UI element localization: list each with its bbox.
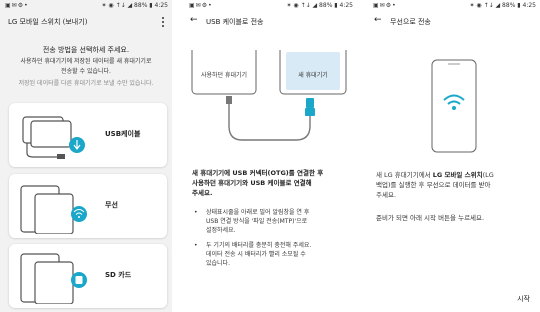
wireless-instruction: 새 LG 휴대기기에서 LG 모바일 스위치(LG 백업)를 실행한 후 무선으… bbox=[376, 170, 534, 200]
instruction-text: (LG bbox=[482, 171, 494, 179]
app-bar: LG 모바일 스위치 (보내기) bbox=[0, 12, 172, 32]
page-title: 무선으로 전송 bbox=[390, 18, 431, 26]
bullet-line: 상태표시줄을 아래로 밀어 알림창을 연 후 bbox=[206, 209, 310, 216]
instruction-line: 주세요. bbox=[192, 189, 213, 197]
bullet-line: 두 기기의 배터리를 충분히 충전해 주세요. bbox=[206, 242, 312, 249]
bullet-line: 있습니다. bbox=[206, 260, 230, 267]
description-line: 사용하던 휴대기기에 저장된 데이터를 새 휴대기기로 bbox=[20, 58, 152, 65]
instruction-text: 새 LG 휴대기기에서 bbox=[376, 171, 433, 179]
more-options-icon[interactable] bbox=[160, 15, 166, 29]
note-text: 저장된 데이터를 다른 휴대기기로 보낼 수만 있습니다. bbox=[18, 80, 154, 87]
status-bar: ▣✉⚙• ✶ ◉ ↑↓ ◢ 88% ▮ 4:25 bbox=[0, 0, 172, 12]
status-right: ✶ ◉ ↑↓ ◢ 88% ▮ 4:25 bbox=[469, 2, 537, 9]
intro-text: 전송 방법을 선택하세 주세요. 사용하던 휴대기기에 저장된 데이터를 새 휴… bbox=[8, 45, 164, 89]
bullet-line: 데이터 전송 시 배터리가 빨리 소모될 수 bbox=[206, 251, 306, 258]
ready-text: 준비가 되면 아래 시작 버튼을 누르세요. bbox=[376, 214, 485, 222]
instruction-line: 사용하던 휴대기기와 USB 케이블로 연결해 bbox=[192, 179, 312, 187]
app-name-text: LG 모바일 스위치 bbox=[432, 171, 483, 179]
usb-connection-illustration bbox=[191, 50, 347, 141]
back-arrow-icon[interactable]: ← bbox=[374, 16, 382, 25]
status-notification-icons: ▣✉⚙• bbox=[5, 2, 29, 9]
wireless-phones-illustration bbox=[20, 185, 87, 234]
option-usb-cable[interactable]: USB케이블 bbox=[9, 103, 167, 167]
screen-method-select: ▣✉⚙• ✶ ◉ ↑↓ ◢ 88% ▮ 4:25 LG 모바일 스위치 (보내기… bbox=[0, 0, 172, 312]
option-sd-card[interactable]: SD 카드 bbox=[9, 244, 167, 308]
option-wireless[interactable]: 무선 bbox=[9, 174, 167, 238]
status-bar: ▣✉⚙• ✶ ◉ ↑↓ ◢ 88% ▮ 4:25 bbox=[184, 0, 357, 12]
back-arrow-icon[interactable]: ← bbox=[190, 16, 198, 25]
instruction-line: 백업)를 실행한 후 무선으로 데이터를 받아 bbox=[376, 180, 534, 190]
phone-wifi-illustration bbox=[431, 59, 477, 153]
description-line: 전송할 수 있습니다. bbox=[61, 68, 111, 75]
status-notification-icons: ▣✉⚙• bbox=[189, 2, 213, 9]
bullet-line: USB 연결 방식을 '파일 전송(MTP)'으로 bbox=[206, 218, 308, 225]
option-label: 무선 bbox=[105, 201, 118, 209]
instruction-line: 주세요. bbox=[376, 191, 397, 199]
usb-instruction: 새 휴대기기에 USB 커넥터(OTG)를 연결한 후 사용하던 휴대기기와 U… bbox=[192, 168, 351, 198]
instruction-text: 백업) bbox=[376, 181, 391, 189]
app-bar: ← 무선으로 전송 bbox=[368, 12, 540, 32]
start-button[interactable]: 시작 bbox=[517, 294, 530, 304]
page-title: LG 모바일 스위치 (보내기) bbox=[8, 18, 88, 26]
status-bar: ▣✉⚙• ✶ ◉ ↑↓ ◢ 88% ▮ 4:25 bbox=[368, 0, 540, 12]
instruction-line: 새 휴대기기에 USB 커넥터(OTG)를 연결한 후 bbox=[192, 169, 324, 177]
notice-list: 상태표시줄을 아래로 밀어 알림창을 연 후 USB 연결 방식을 '파일 전송… bbox=[192, 208, 349, 274]
usb-phones-illustration bbox=[22, 116, 85, 159]
list-item: 상태표시줄을 아래로 밀어 알림창을 연 후 USB 연결 방식을 '파일 전송… bbox=[192, 208, 349, 235]
page-title: USB 케이블로 전송 bbox=[206, 18, 264, 26]
app-bar: ← USB 케이블로 전송 bbox=[184, 12, 357, 32]
bullet-line: 설정하세요. bbox=[206, 227, 236, 234]
new-device-label: 새 휴대기기 bbox=[298, 72, 328, 79]
option-label: USB케이블 bbox=[105, 130, 141, 138]
status-right: ✶ ◉ ↑↓ ◢ 88% ▮ 4:25 bbox=[101, 2, 169, 9]
status-right: ✶ ◉ ↑↓ ◢ 88% ▮ 4:25 bbox=[286, 2, 354, 9]
sd-card-phones-illustration bbox=[20, 253, 87, 304]
screen-usb-transfer: ▣✉⚙• ✶ ◉ ↑↓ ◢ 88% ▮ 4:25 ← USB 케이블로 전송 사… bbox=[184, 0, 357, 312]
old-device-label: 사용하던 휴대기기 bbox=[200, 72, 248, 79]
instruction-line: 새 LG 휴대기기에서 LG 모바일 스위치(LG bbox=[376, 170, 534, 180]
option-label: SD 카드 bbox=[105, 271, 132, 279]
status-notification-icons: ▣✉⚙• bbox=[373, 2, 397, 9]
question-text: 전송 방법을 선택하세 주세요. bbox=[42, 46, 130, 54]
list-item: 두 기기의 배터리를 충분히 충전해 주세요. 데이터 전송 시 배터리가 빨리… bbox=[192, 241, 349, 268]
instruction-text: 를 실행한 후 무선으로 데이터를 받아 bbox=[390, 181, 491, 189]
screen-wireless-transfer: ▣✉⚙• ✶ ◉ ↑↓ ◢ 88% ▮ 4:25 ← 무선으로 전송 새 LG … bbox=[368, 0, 540, 312]
